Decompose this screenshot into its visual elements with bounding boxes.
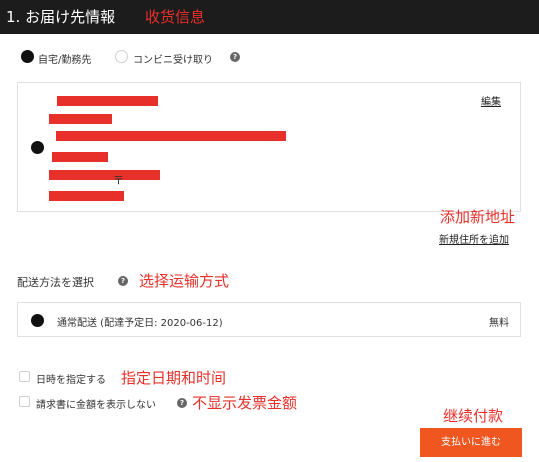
annotation-shipping-method: 选择运输方式 <box>139 272 230 290</box>
label-specify-datetime[interactable]: 日時を指定する <box>36 371 106 386</box>
edit-address-link[interactable]: 編集 <box>481 93 501 108</box>
label-hide-invoice-amount[interactable]: 請求書に金額を表示しない <box>36 396 156 411</box>
annotation-hide-invoice: 不显示发票金额 <box>192 394 298 412</box>
address-postal-mark: 〒 <box>113 174 124 187</box>
redacted-phone <box>49 191 124 201</box>
redacted-line <box>49 114 112 124</box>
add-new-address-link[interactable]: 新規住所を追加 <box>439 231 509 246</box>
annotation-specify-datetime: 指定日期和时间 <box>121 369 227 387</box>
shipping-price: 無料 <box>489 318 509 329</box>
standard-shipping-label[interactable]: 通常配送 (配達予定日: 2020-06-12) <box>57 314 223 329</box>
annotation-shipping-info: 收货信息 <box>145 8 206 26</box>
checkbox-specify-datetime[interactable] <box>19 371 30 382</box>
radio-standard-shipping[interactable] <box>31 314 44 327</box>
help-icon[interactable]: ? <box>177 398 187 408</box>
redacted-line <box>49 170 160 180</box>
shipping-method-label: 配送方法を選択 <box>17 276 94 289</box>
proceed-to-payment-button[interactable]: 支払いに進む <box>420 428 522 457</box>
label-convenience-store[interactable]: コンビニ受け取り <box>133 51 213 66</box>
redacted-address <box>56 131 286 141</box>
radio-convenience-store[interactable] <box>115 50 128 63</box>
annotation-add-address: 添加新地址 <box>440 208 516 226</box>
redacted-line <box>52 152 108 162</box>
checkbox-hide-invoice-amount[interactable] <box>19 396 30 407</box>
label-home-office[interactable]: 自宅/勤務先 <box>38 51 91 66</box>
redacted-name <box>57 96 158 106</box>
radio-home-office[interactable] <box>21 50 34 63</box>
radio-selected-address[interactable] <box>31 141 44 154</box>
annotation-continue-payment: 继续付款 <box>443 407 504 425</box>
help-icon[interactable]: ? <box>118 276 128 286</box>
section-title: 1. お届け先情報 <box>6 8 116 26</box>
help-icon[interactable]: ? <box>230 52 240 62</box>
